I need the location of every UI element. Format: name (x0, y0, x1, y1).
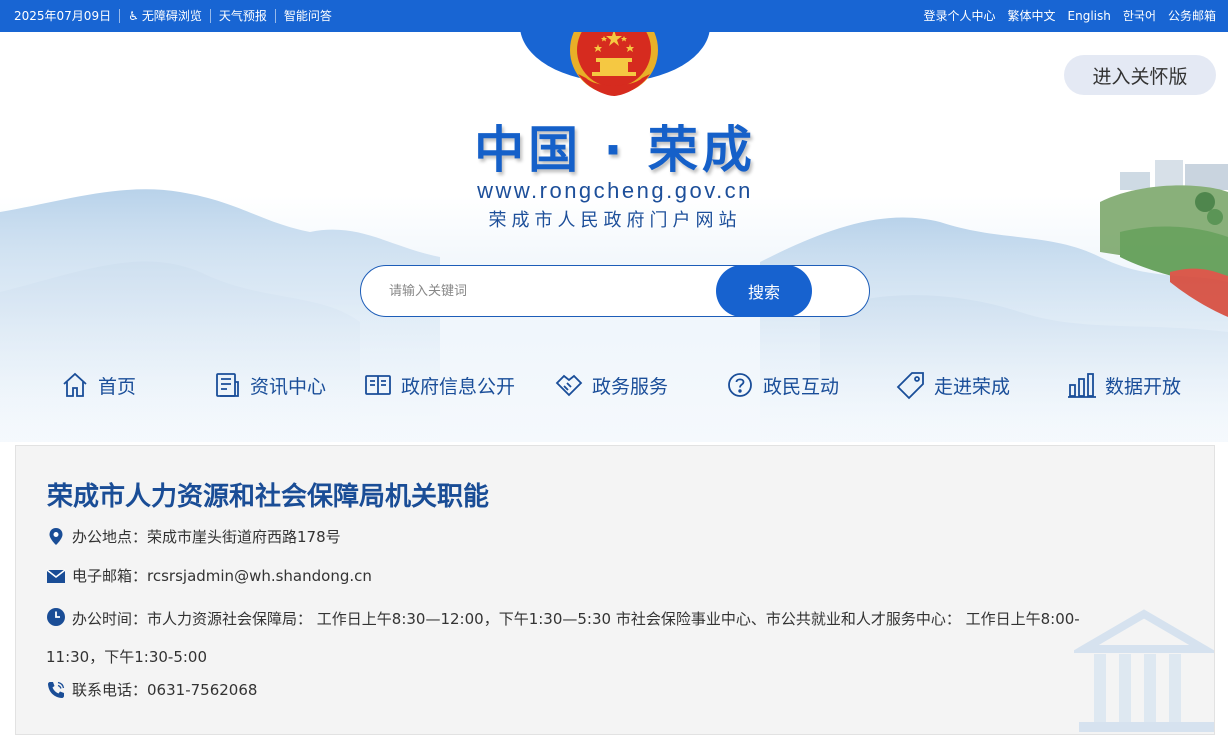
phone-icon (48, 681, 65, 698)
nav-item-data[interactable]: 数据开放 (1067, 365, 1181, 405)
email-row: 电子邮箱： rcsrsjadmin@wh.shandong.cn (46, 565, 372, 586)
news-icon (216, 373, 239, 397)
handshake-icon (555, 374, 583, 397)
search-button[interactable]: 搜索 (716, 265, 812, 317)
mail-link[interactable]: 公务邮箱 (1162, 9, 1216, 23)
nav-item-interaction[interactable]: 政民互动 (725, 365, 839, 405)
address-row: 办公地点： 荣成市崖头街道府西路178号 (46, 526, 341, 547)
phone-value: 0631-7562068 (147, 680, 258, 699)
english-link[interactable]: English (1062, 9, 1117, 23)
traditional-chinese-link[interactable]: 繁体中文 (1002, 9, 1062, 23)
hours-value: 市人力资源社会保障局： 工作日上午8:30—12:00，下午1:30—5:30 … (46, 610, 1080, 666)
care-mode-button[interactable]: 进入关怀版 (1064, 55, 1216, 95)
phone-row: 联系电话： 0631-7562068 (46, 679, 257, 700)
weather-link[interactable]: 天气预报 (211, 9, 276, 23)
nav-item-about[interactable]: 走进荣成 (896, 365, 1010, 405)
hours-label: 办公时间： (72, 610, 148, 628)
nav-item-gov-info[interactable]: 政府信息公开 (363, 365, 515, 405)
department-info-panel: 荣成市人力资源和社会保障局机关职能 办公地点： 荣成市崖头街道府西路178号 电… (15, 445, 1215, 735)
page-title: 荣成市人力资源和社会保障局机关职能 (47, 482, 490, 512)
top-bar: 2025年07月09日 ♿ 无障碍浏览 天气预报 智能问答 登录个人中心 繁体中… (0, 0, 1228, 32)
envelope-icon (46, 568, 66, 583)
site-title: 中国 · 荣成 (474, 121, 756, 179)
date-text: 2025年07月09日 (14, 9, 121, 23)
nav-item-home[interactable]: 首页 (60, 365, 136, 405)
hours-row: 办公时间：市人力资源社会保障局： 工作日上午8:30—12:00，下午1:30—… (46, 600, 1106, 676)
search-input[interactable] (389, 279, 709, 303)
email-value: rcsrsjadmin@wh.shandong.cn (147, 566, 372, 585)
nav-label: 政府信息公开 (401, 375, 516, 398)
tag-icon (896, 372, 924, 400)
nav-label: 走进荣成 (934, 375, 1011, 398)
bar-chart-icon (1068, 373, 1096, 398)
accessibility-label: 无障碍浏览 (141, 9, 202, 23)
korean-link[interactable]: 한국어 (1117, 9, 1162, 23)
qa-link[interactable]: 智能问答 (276, 9, 340, 23)
login-link[interactable]: 登录个人中心 (917, 9, 1001, 23)
accessibility-link[interactable]: ♿ 无障碍浏览 (120, 9, 211, 23)
clock-icon (47, 608, 65, 626)
location-pin-icon (49, 527, 63, 545)
site-subtitle: 荣成市人民政府门户网站 (488, 210, 742, 231)
national-emblem-icon (570, 32, 658, 96)
address-value: 荣成市崖头街道府西路178号 (147, 528, 341, 546)
email-label: 电子邮箱： (72, 567, 148, 585)
nav-item-news[interactable]: 资讯中心 (212, 365, 326, 405)
main-nav: 首页 资讯中心 政府信息公开 政务服务 政民互动 走进荣成 数据开放 (0, 365, 1228, 405)
wheelchair-icon: ♿ (128, 9, 139, 23)
header-banner: 进入关怀版 中国 · 荣成 www.rongcheng.gov.cn 荣成市人民… (0, 32, 1228, 442)
address-label: 办公地点： (72, 528, 148, 546)
nav-label: 政务服务 (592, 375, 669, 398)
search-box: 搜索 (360, 265, 870, 317)
question-icon (728, 373, 752, 397)
phone-label: 联系电话： (72, 681, 148, 699)
nav-label: 数据开放 (1105, 375, 1182, 398)
nav-label: 首页 (98, 375, 137, 398)
site-url: www.rongcheng.gov.cn (477, 178, 753, 203)
nav-item-services[interactable]: 政务服务 (554, 365, 668, 405)
home-icon (63, 372, 87, 397)
nav-label: 政民互动 (763, 375, 840, 398)
book-icon (365, 375, 391, 395)
nav-label: 资讯中心 (250, 375, 327, 398)
